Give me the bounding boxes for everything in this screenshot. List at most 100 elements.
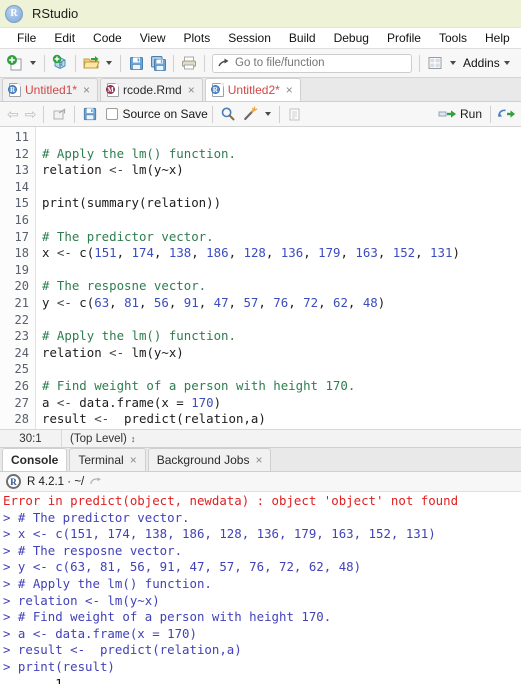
close-icon[interactable]: × bbox=[286, 84, 293, 96]
source-on-save-toggle[interactable]: Source on Save bbox=[106, 107, 208, 121]
close-icon[interactable]: × bbox=[188, 84, 195, 96]
line-number: 24 bbox=[14, 345, 29, 360]
menu-code[interactable]: Code bbox=[84, 28, 131, 49]
code-line[interactable]: # Apply the lm() function. bbox=[42, 328, 521, 345]
magic-wand-icon[interactable] bbox=[239, 103, 261, 125]
cursor-position: 30:1 bbox=[0, 429, 62, 448]
code-line[interactable]: # Apply the lm() function. bbox=[42, 146, 521, 163]
line-number: 12 bbox=[14, 146, 29, 161]
workspace-panes-icon[interactable] bbox=[424, 52, 446, 74]
editor-code-area[interactable]: # Apply the lm() function. relation <- lm… bbox=[36, 127, 521, 429]
source-on-save-label: Source on Save bbox=[122, 107, 208, 121]
magnifier-icon[interactable] bbox=[217, 103, 239, 125]
code-line[interactable]: relation <- lm(y~x) bbox=[42, 162, 521, 179]
code-line[interactable] bbox=[42, 262, 521, 279]
r-logo-icon: R bbox=[5, 4, 23, 23]
new-file-dropdown-icon[interactable] bbox=[30, 61, 36, 65]
line-number: 18 bbox=[14, 246, 29, 261]
line-number: 25 bbox=[14, 362, 29, 377]
tab-terminal[interactable]: Terminal × bbox=[69, 448, 146, 471]
line-number: 16 bbox=[14, 212, 29, 227]
console-tab-bar: Console Terminal × Background Jobs × bbox=[0, 448, 521, 472]
source-tab-label: Untitled2* bbox=[227, 83, 280, 97]
forward-arrow-icon[interactable]: ⇨ bbox=[22, 106, 40, 123]
back-arrow-icon[interactable]: ⇦ bbox=[4, 106, 22, 123]
source-editor[interactable]: 1112131415161718192021222324252627282930… bbox=[0, 127, 521, 429]
run-button[interactable]: Run bbox=[438, 107, 486, 121]
r-console-icon: R bbox=[6, 474, 21, 489]
code-line[interactable]: x <- c(151, 174, 138, 186, 128, 136, 179… bbox=[42, 245, 521, 262]
code-line[interactable]: print(summary(relation)) bbox=[42, 195, 521, 212]
save-all-icon[interactable] bbox=[147, 52, 169, 74]
new-file-icon[interactable] bbox=[4, 52, 26, 74]
code-line[interactable]: print(result) bbox=[42, 428, 521, 429]
code-line[interactable]: result <- predict(relation,a) bbox=[42, 411, 521, 428]
editor-status-bar: 30:1 (Top Level) ↕ bbox=[0, 429, 521, 448]
console-output[interactable]: Error in predict(object, newdata) : obje… bbox=[0, 492, 521, 684]
code-tools-dropdown-icon[interactable] bbox=[264, 112, 271, 116]
source-tab-bar: R Untitled1* × M rcode.Rmd × R Untitled2… bbox=[0, 78, 521, 102]
save-icon[interactable] bbox=[79, 103, 101, 125]
title-bar: R RStudio bbox=[0, 0, 521, 28]
console-popout-icon[interactable] bbox=[90, 476, 103, 488]
toolbar-divider bbox=[490, 105, 491, 123]
up-down-chevron-icon: ↕ bbox=[130, 433, 136, 444]
line-number: 22 bbox=[14, 312, 29, 327]
menu-file[interactable]: File bbox=[8, 28, 45, 49]
app-title: RStudio bbox=[32, 6, 79, 21]
source-on-save-checkbox[interactable] bbox=[106, 108, 119, 120]
new-project-icon[interactable]: R bbox=[49, 52, 71, 74]
menu-view[interactable]: View bbox=[131, 28, 175, 49]
source-tab-untitled1[interactable]: R Untitled1* × bbox=[2, 78, 99, 101]
line-number: 21 bbox=[14, 295, 29, 310]
panes-dropdown-icon[interactable] bbox=[450, 61, 456, 65]
code-line[interactable] bbox=[42, 179, 521, 196]
open-folder-icon[interactable] bbox=[80, 52, 102, 74]
close-icon[interactable]: × bbox=[255, 454, 262, 466]
menu-tools[interactable]: Tools bbox=[430, 28, 476, 49]
menu-debug[interactable]: Debug bbox=[325, 28, 378, 49]
addins-button[interactable]: Addins bbox=[463, 56, 500, 70]
print-icon[interactable] bbox=[178, 52, 200, 74]
source-tab-untitled2[interactable]: R Untitled2* × bbox=[204, 78, 301, 101]
compile-report-icon[interactable] bbox=[284, 103, 306, 125]
scope-selector[interactable]: (Top Level) ↕ bbox=[62, 433, 135, 445]
console-tab-label: Terminal bbox=[78, 453, 124, 467]
toolbar-divider bbox=[419, 54, 420, 72]
code-line[interactable]: # The predictor vector. bbox=[42, 229, 521, 246]
code-line[interactable]: relation <- lm(y~x) bbox=[42, 345, 521, 362]
line-number: 28 bbox=[14, 412, 29, 427]
tab-background-jobs[interactable]: Background Jobs × bbox=[147, 448, 272, 471]
menu-profile[interactable]: Profile bbox=[378, 28, 430, 49]
code-line[interactable] bbox=[42, 212, 521, 229]
code-line[interactable] bbox=[42, 129, 521, 146]
console-line: > # The predictor vector. bbox=[3, 509, 190, 525]
goto-file-function-box[interactable] bbox=[212, 53, 412, 73]
open-folder-dropdown-icon[interactable] bbox=[106, 61, 112, 65]
tab-console[interactable]: Console bbox=[2, 448, 68, 471]
menu-session[interactable]: Session bbox=[219, 28, 280, 49]
code-line[interactable] bbox=[42, 361, 521, 378]
source-icon[interactable] bbox=[495, 103, 517, 125]
source-tab-label: rcode.Rmd bbox=[123, 83, 182, 97]
code-line[interactable]: a <- data.frame(x = 170) bbox=[42, 395, 521, 412]
console-line: > # The resposne vector. bbox=[3, 542, 183, 558]
show-in-new-window-icon[interactable] bbox=[48, 103, 70, 125]
console-line: > # Apply the lm() function. bbox=[3, 575, 212, 591]
goto-file-function-input[interactable] bbox=[235, 57, 385, 69]
menu-build[interactable]: Build bbox=[280, 28, 325, 49]
code-line[interactable] bbox=[42, 312, 521, 329]
close-icon[interactable]: × bbox=[83, 84, 90, 96]
save-icon[interactable] bbox=[125, 52, 147, 74]
code-line[interactable]: # The resposne vector. bbox=[42, 278, 521, 295]
menu-help[interactable]: Help bbox=[476, 28, 519, 49]
addins-dropdown-icon[interactable] bbox=[503, 61, 510, 65]
main-toolbar: R Go to file/function Addins bbox=[0, 49, 521, 78]
code-line[interactable]: y <- c(63, 81, 56, 91, 47, 57, 76, 72, 6… bbox=[42, 295, 521, 312]
close-icon[interactable]: × bbox=[130, 454, 137, 466]
menu-plots[interactable]: Plots bbox=[175, 28, 220, 49]
menu-edit[interactable]: Edit bbox=[45, 28, 84, 49]
source-tab-rcode-rmd[interactable]: M rcode.Rmd × bbox=[100, 78, 203, 101]
code-line[interactable]: # Find weight of a person with height 17… bbox=[42, 378, 521, 395]
console-line: > result <- predict(relation,a) bbox=[3, 642, 242, 658]
